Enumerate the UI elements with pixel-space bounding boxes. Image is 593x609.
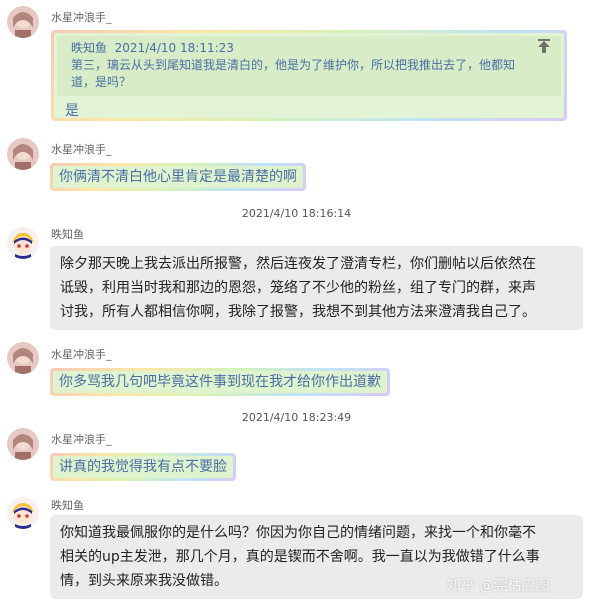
message-text-line: 诋毁，利用当时我和那边的恩怨，笼络了不少他的粉丝，组了专门的群，来声 (60, 280, 536, 296)
quote-text-line: 第三，璃云从头到尾知道我是清白的，他是为了维护你，所以把我推出去了，他都知 (71, 58, 516, 72)
message-text-line: 除夕那天晚上我去派出所报警，然后连夜发了澄清专栏，你们删帖以后依然在 (60, 256, 536, 272)
sender-name: 昳知鱼 (51, 499, 84, 512)
avatar[interactable] (7, 497, 39, 529)
message-bubble[interactable]: 讲真的我觉得我有点不要脸 (50, 453, 236, 481)
sender-name: 水星冲浪手_ (51, 11, 112, 24)
avatar[interactable] (7, 342, 39, 374)
message-text-line: 相关的up主发泄，那几个月，真的是锲而不舍啊。我一直以为我做错了什么事 (60, 549, 540, 565)
quoted-reply-bubble[interactable]: 昳知鱼 2021/4/10 18:11:23 第三，璃云从头到尾知道我是清白的，… (51, 30, 567, 121)
message-text: 你俩清不清白他心里肯定是最清楚的啊 (53, 166, 303, 188)
quote-author: 昳知鱼 (71, 41, 108, 55)
avatar[interactable] (7, 227, 39, 259)
message-bubble[interactable]: 除夕那天晚上我去派出所报警，然后连夜发了澄清专栏，你们删帖以后依然在 诋毁，利用… (50, 246, 583, 330)
reply-text: 是 (65, 103, 79, 119)
sender-name: 昳知鱼 (51, 228, 84, 241)
jump-to-quote-icon[interactable] (536, 38, 552, 54)
sender-name: 水星冲浪手_ (51, 433, 112, 446)
message-text: 讲真的我觉得我有点不要脸 (53, 456, 233, 478)
message-bubble[interactable]: 你俩清不清白他心里肯定是最清楚的啊 (50, 163, 306, 191)
quote-header: 昳知鱼 2021/4/10 18:11:23 (71, 40, 551, 57)
message-text-line: 讨我，所有人都相信你啊，我除了报警，我想不到其他方法来澄清我自己了。 (60, 304, 536, 320)
timestamp: 2021/4/10 18:16:14 (241, 207, 352, 220)
avatar[interactable] (7, 6, 39, 38)
avatar[interactable] (7, 138, 39, 170)
watermark: 知乎 @莞枯应图 (447, 578, 550, 594)
message-bubble[interactable]: 你多骂我几句吧毕竟这件事到现在我才给你作出道歉 (50, 368, 390, 396)
sender-name: 水星冲浪手_ (51, 143, 112, 156)
quote-time: 2021/4/10 18:11:23 (114, 41, 234, 55)
sender-name: 水星冲浪手_ (51, 348, 112, 361)
message-text: 你多骂我几句吧毕竟这件事到现在我才给你作出道歉 (53, 371, 387, 393)
message-text-line: 你知道我最佩服你的是什么吗？你因为你自己的情绪问题，来找一个和你毫不 (60, 525, 536, 541)
timestamp: 2021/4/10 18:23:49 (241, 411, 352, 424)
quoted-message[interactable]: 昳知鱼 2021/4/10 18:11:23 第三，璃云从头到尾知道我是清白的，… (57, 36, 561, 96)
quote-text-line: 道，是吗？ (71, 75, 132, 89)
avatar[interactable] (7, 428, 39, 460)
